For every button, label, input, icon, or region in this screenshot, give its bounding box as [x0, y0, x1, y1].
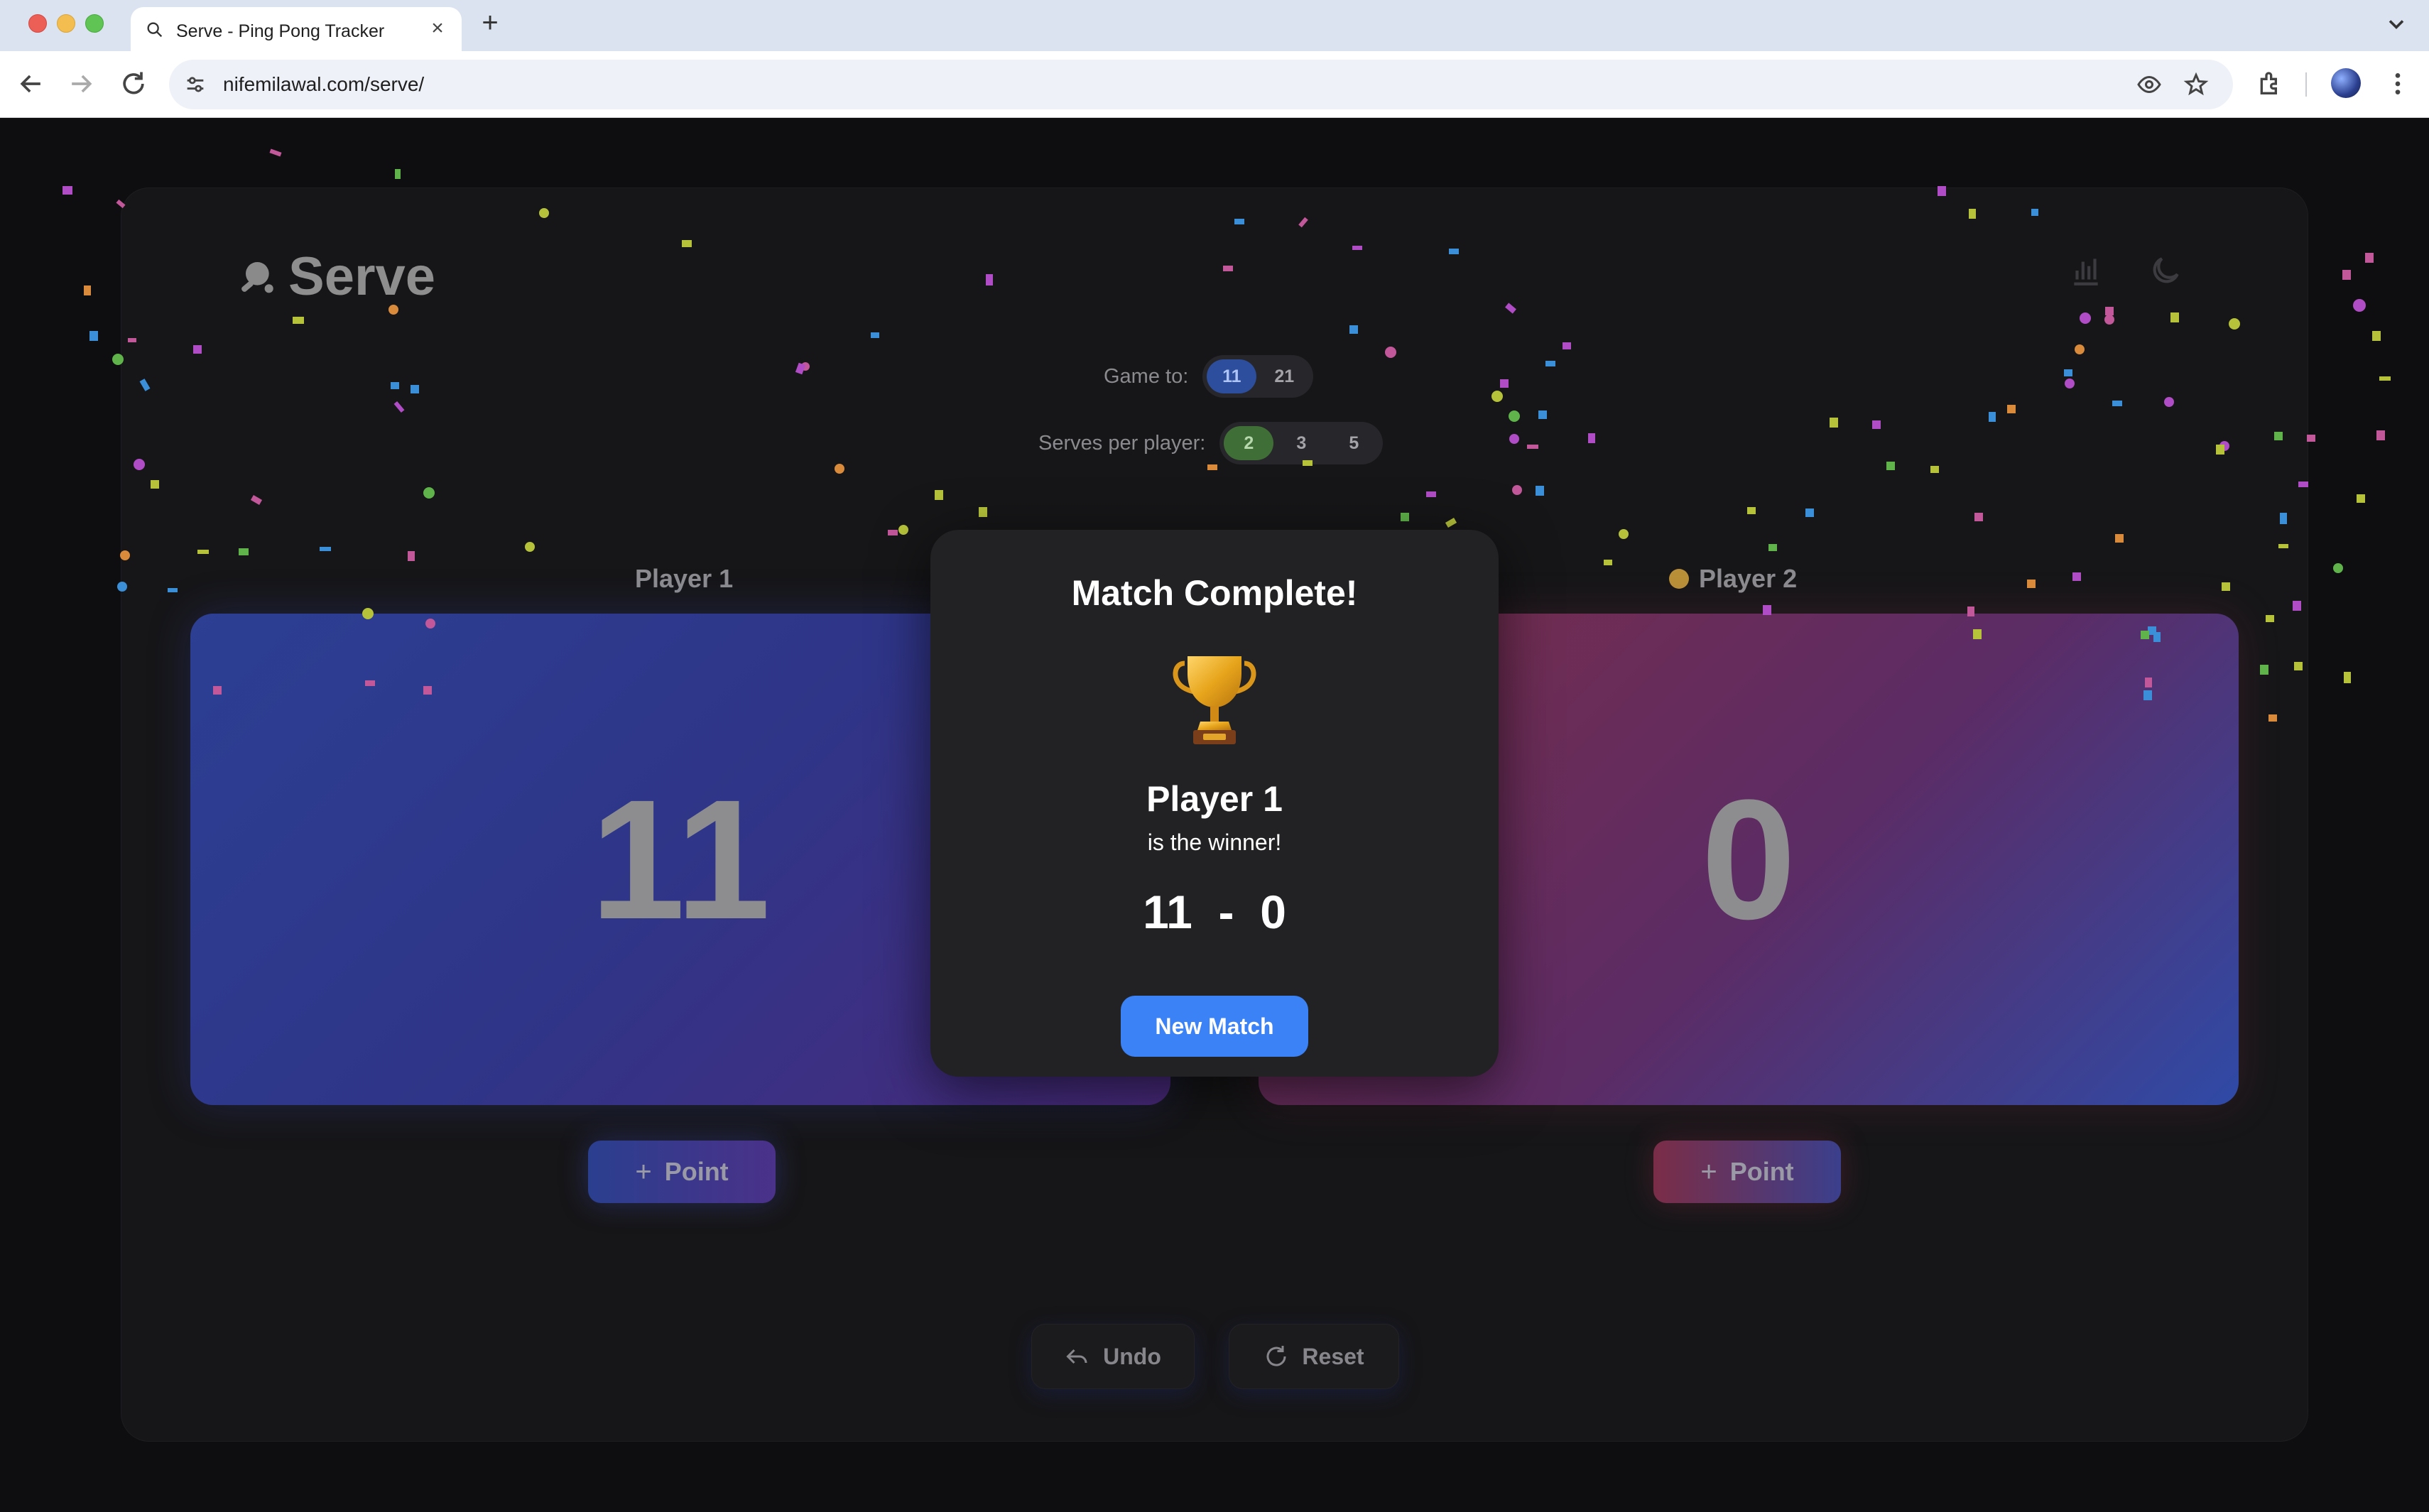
more-menu-icon[interactable]: [2384, 70, 2412, 98]
serve-indicator: [1669, 569, 1689, 589]
reset-icon: [1266, 1346, 1286, 1366]
point-label: Point: [1729, 1157, 1794, 1186]
arrow-right-icon: [72, 75, 92, 93]
plus-icon: +: [635, 1155, 652, 1187]
undo-button[interactable]: Undo: [1031, 1324, 1195, 1389]
serves-toggle: 2 3 5: [1219, 422, 1384, 464]
url-text: nifemilawal.com/serve/: [223, 73, 425, 95]
tab-title: Serve - Ping Pong Tracker: [176, 21, 385, 41]
winner-subtitle: is the winner!: [1147, 830, 1282, 855]
serves-option-3[interactable]: 3: [1276, 426, 1326, 460]
page: Serve Game to: 11 21 Serves per player: …: [0, 118, 2429, 1512]
address-bar[interactable]: nifemilawal.com/serve/: [169, 60, 2233, 109]
trophy-icon: [1173, 656, 1256, 744]
point-label: Point: [664, 1157, 729, 1186]
extensions-icon[interactable]: [2256, 70, 2284, 98]
app-logo: Serve: [236, 246, 435, 308]
tab-close-icon[interactable]: ×: [426, 17, 449, 40]
player-2-score: 0: [1701, 764, 1796, 954]
arrow-left-icon: [20, 75, 40, 93]
ping-pong-paddle-icon: [241, 261, 273, 293]
profile-avatar[interactable]: [2331, 68, 2361, 98]
game-to-option-21[interactable]: 21: [1259, 359, 1309, 393]
site-settings-icon[interactable]: [183, 72, 207, 97]
game-to-toggle: 11 21: [1202, 355, 1314, 398]
minimize-window-button[interactable]: [57, 14, 75, 33]
winner-name: Player 1: [1146, 779, 1283, 819]
player-2-name: Player 2: [1669, 564, 1797, 594]
game-to-label: Game to:: [1104, 364, 1189, 388]
bar-chart-icon[interactable]: [2068, 253, 2104, 288]
app-name: Serve: [288, 246, 436, 307]
game-to-option-11[interactable]: 11: [1207, 359, 1257, 393]
eye-icon[interactable]: [2136, 72, 2162, 97]
player-2-point-button[interactable]: + Point: [1653, 1141, 1841, 1203]
bookmark-star-icon[interactable]: [2183, 72, 2209, 97]
player-1-score: 11: [590, 764, 771, 954]
serves-option-2[interactable]: 2: [1224, 426, 1274, 460]
moon-icon[interactable]: [2148, 253, 2183, 288]
reload-button[interactable]: [118, 68, 149, 99]
reload-icon: [123, 72, 144, 94]
toolbar-divider: [2305, 72, 2307, 97]
browser-tab[interactable]: Serve - Ping Pong Tracker ×: [131, 7, 462, 51]
match-complete-modal: Match Complete! Player 1 is the winner! …: [930, 530, 1499, 1077]
game-to-setting: Game to: 11 21: [1104, 355, 1314, 398]
maximize-window-button[interactable]: [85, 14, 104, 33]
new-tab-button[interactable]: +: [476, 9, 504, 37]
player-1-point-button[interactable]: + Point: [588, 1141, 776, 1203]
ping-pong-favicon-icon: [147, 22, 163, 38]
browser-tab-bar: Serve - Ping Pong Tracker × +: [0, 0, 2429, 51]
serves-option-5[interactable]: 5: [1329, 426, 1379, 460]
reset-button[interactable]: Reset: [1229, 1324, 1399, 1389]
chevron-down-icon[interactable]: [2384, 11, 2409, 37]
final-score: 11 - 0: [1143, 886, 1286, 938]
reset-label: Reset: [1302, 1343, 1364, 1369]
back-button[interactable]: [16, 68, 47, 99]
player-2-label: Player 2: [1699, 564, 1798, 593]
serves-setting: Serves per player: 2 3 5: [1038, 422, 1384, 464]
undo-label: Undo: [1103, 1343, 1161, 1369]
plus-icon: +: [1700, 1155, 1717, 1187]
forward-button[interactable]: [65, 68, 97, 99]
player-1-name: Player 1: [635, 564, 733, 594]
close-window-button[interactable]: [28, 14, 47, 33]
serves-label: Serves per player:: [1038, 431, 1206, 455]
new-match-button[interactable]: New Match: [1121, 996, 1308, 1057]
browser-toolbar: nifemilawal.com/serve/: [0, 51, 2429, 118]
undo-icon: [1066, 1349, 1087, 1364]
player-1-label: Player 1: [635, 564, 734, 593]
modal-title: Match Complete!: [1071, 573, 1358, 613]
